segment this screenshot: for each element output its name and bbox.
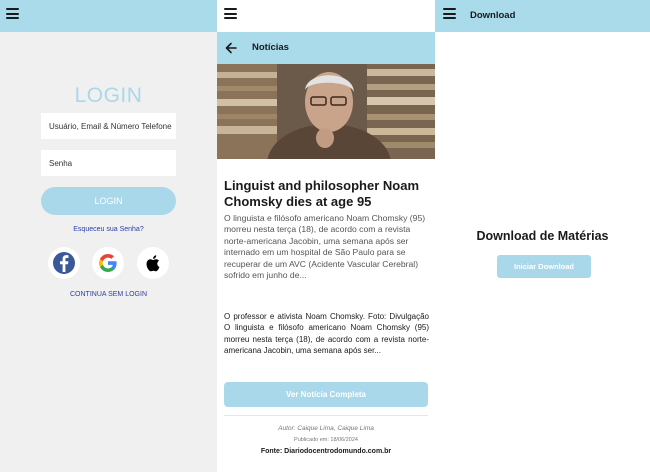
news-lead: O linguista e filósofo americano Noam Ch… bbox=[224, 213, 426, 281]
start-download-button[interactable]: Iniciar Download bbox=[497, 255, 591, 278]
download-header-title: Download bbox=[470, 10, 516, 21]
back-arrow-icon[interactable] bbox=[224, 41, 238, 55]
username-input[interactable] bbox=[41, 113, 176, 139]
continue-without-login-link[interactable]: CONTINUA SEM LOGIN bbox=[0, 291, 217, 298]
download-top-bar: Download bbox=[435, 0, 650, 32]
news-published-date: Publicado em: 18/06/2024 bbox=[294, 437, 358, 443]
google-login-button[interactable] bbox=[92, 247, 124, 279]
news-body: O professor e ativista Noam Chomsky. Fot… bbox=[224, 312, 429, 355]
login-title: LOGIN bbox=[74, 84, 143, 107]
menu-icon[interactable] bbox=[443, 8, 456, 19]
facebook-login-button[interactable] bbox=[48, 247, 80, 279]
download-panel: Download Download de Matérias Iniciar Do… bbox=[435, 0, 650, 472]
apple-login-button[interactable] bbox=[137, 247, 169, 279]
news-top-strip bbox=[217, 0, 435, 32]
apple-icon bbox=[146, 255, 160, 272]
login-button[interactable]: LOGIN bbox=[41, 187, 176, 215]
news-source: Fonte: Diariodocentrodomundo.com.br bbox=[260, 448, 392, 455]
forgot-password-link[interactable]: Esqueceu sua Senha? bbox=[0, 226, 217, 233]
news-panel: Notícias Linguist and philosopher Noam C… bbox=[217, 0, 435, 472]
login-panel: LOGIN LOGIN Esqueceu sua Senha? CONTINUA… bbox=[0, 0, 217, 472]
menu-icon[interactable] bbox=[224, 8, 237, 19]
news-header-bar: Notícias bbox=[217, 32, 435, 64]
news-header-title: Notícias bbox=[252, 42, 289, 53]
password-input[interactable] bbox=[41, 150, 176, 176]
login-top-bar bbox=[0, 0, 217, 32]
download-heading: Download de Matérias bbox=[476, 229, 609, 243]
news-photo bbox=[217, 64, 435, 159]
read-full-news-button[interactable]: Ver Notícia Completa bbox=[224, 382, 428, 407]
menu-icon[interactable] bbox=[6, 8, 19, 19]
google-icon bbox=[99, 254, 117, 272]
news-headline: Linguist and philosopher Noam Chomsky di… bbox=[224, 178, 419, 209]
facebook-icon bbox=[53, 252, 75, 274]
news-author: Autor: Caique Lima, Caique Lima bbox=[278, 425, 374, 432]
divider bbox=[224, 415, 428, 416]
